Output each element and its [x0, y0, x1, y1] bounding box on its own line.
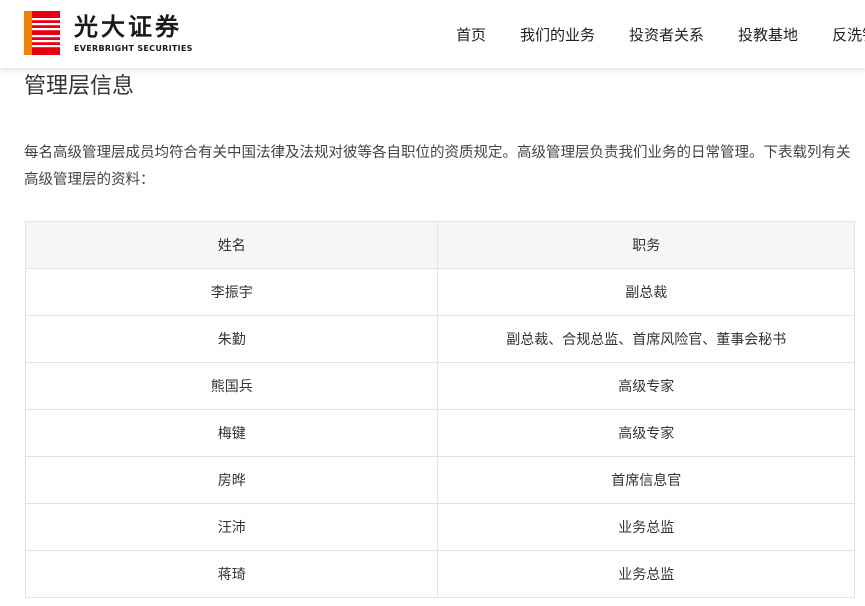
cell-name: 房晔 — [24, 456, 439, 504]
brand-logo[interactable]: 光大证券 EVERBRIGHT SECURITIES — [24, 11, 193, 55]
table-row: 梅键 高级专家 — [24, 409, 855, 457]
table-row: 熊国兵 高级专家 — [24, 362, 855, 410]
table-row: 朱勤 副总裁、合规总监、首席风险官、董事会秘书 — [24, 315, 855, 363]
cell-position: 副总裁 — [437, 268, 855, 316]
cell-position: 高级专家 — [437, 409, 855, 457]
nav-item-anti-money-laundering[interactable]: 反洗钱 — [832, 24, 865, 45]
management-table: 姓名 职务 李振宇 副总裁 朱勤 副总裁、合规总监、首席风险官、董事会秘书 熊国… — [24, 221, 855, 598]
cell-position: 高级专家 — [437, 362, 855, 410]
cell-name: 李振宇 — [24, 268, 439, 316]
cell-name: 熊国兵 — [24, 362, 439, 410]
table-row: 李振宇 副总裁 — [24, 268, 855, 316]
cell-name: 梅键 — [24, 409, 439, 457]
table-row: 汪沛 业务总监 — [24, 503, 855, 551]
column-header-name: 姓名 — [24, 221, 439, 269]
site-header: 光大证券 EVERBRIGHT SECURITIES 首页 我们的业务 投资者关… — [0, 0, 865, 68]
column-header-position: 职务 — [437, 221, 855, 269]
brand-wordmark: 光大证券 EVERBRIGHT SECURITIES — [74, 13, 193, 54]
cell-name: 朱勤 — [24, 315, 439, 363]
cell-position: 业务总监 — [437, 503, 855, 551]
table-row: 蒋琦 业务总监 — [24, 550, 855, 598]
cell-name: 蒋琦 — [24, 550, 439, 598]
nav-item-business[interactable]: 我们的业务 — [520, 24, 595, 45]
main-nav: 首页 我们的业务 投资者关系 投教基地 反洗钱 — [456, 0, 865, 68]
nav-item-investor-relations[interactable]: 投资者关系 — [629, 24, 704, 45]
brand-name-cn: 光大证券 — [74, 12, 182, 41]
cell-position: 副总裁、合规总监、首席风险官、董事会秘书 — [437, 315, 855, 363]
nav-item-home[interactable]: 首页 — [456, 24, 486, 45]
page-title: 管理层信息 — [24, 74, 135, 99]
cell-position: 首席信息官 — [437, 456, 855, 504]
brand-name-en: EVERBRIGHT SECURITIES — [74, 43, 193, 53]
cell-position: 业务总监 — [437, 550, 855, 598]
table-row: 房晔 首席信息官 — [24, 456, 855, 504]
intro-paragraph: 每名高级管理层成员均符合有关中国法律及法规对彼等各自职位的资质规定。高级管理层负… — [24, 145, 851, 188]
cell-name: 汪沛 — [24, 503, 439, 551]
table-header-row: 姓名 职务 — [24, 221, 855, 269]
nav-item-investor-education[interactable]: 投教基地 — [738, 24, 798, 45]
everbright-logo-icon — [24, 11, 60, 55]
